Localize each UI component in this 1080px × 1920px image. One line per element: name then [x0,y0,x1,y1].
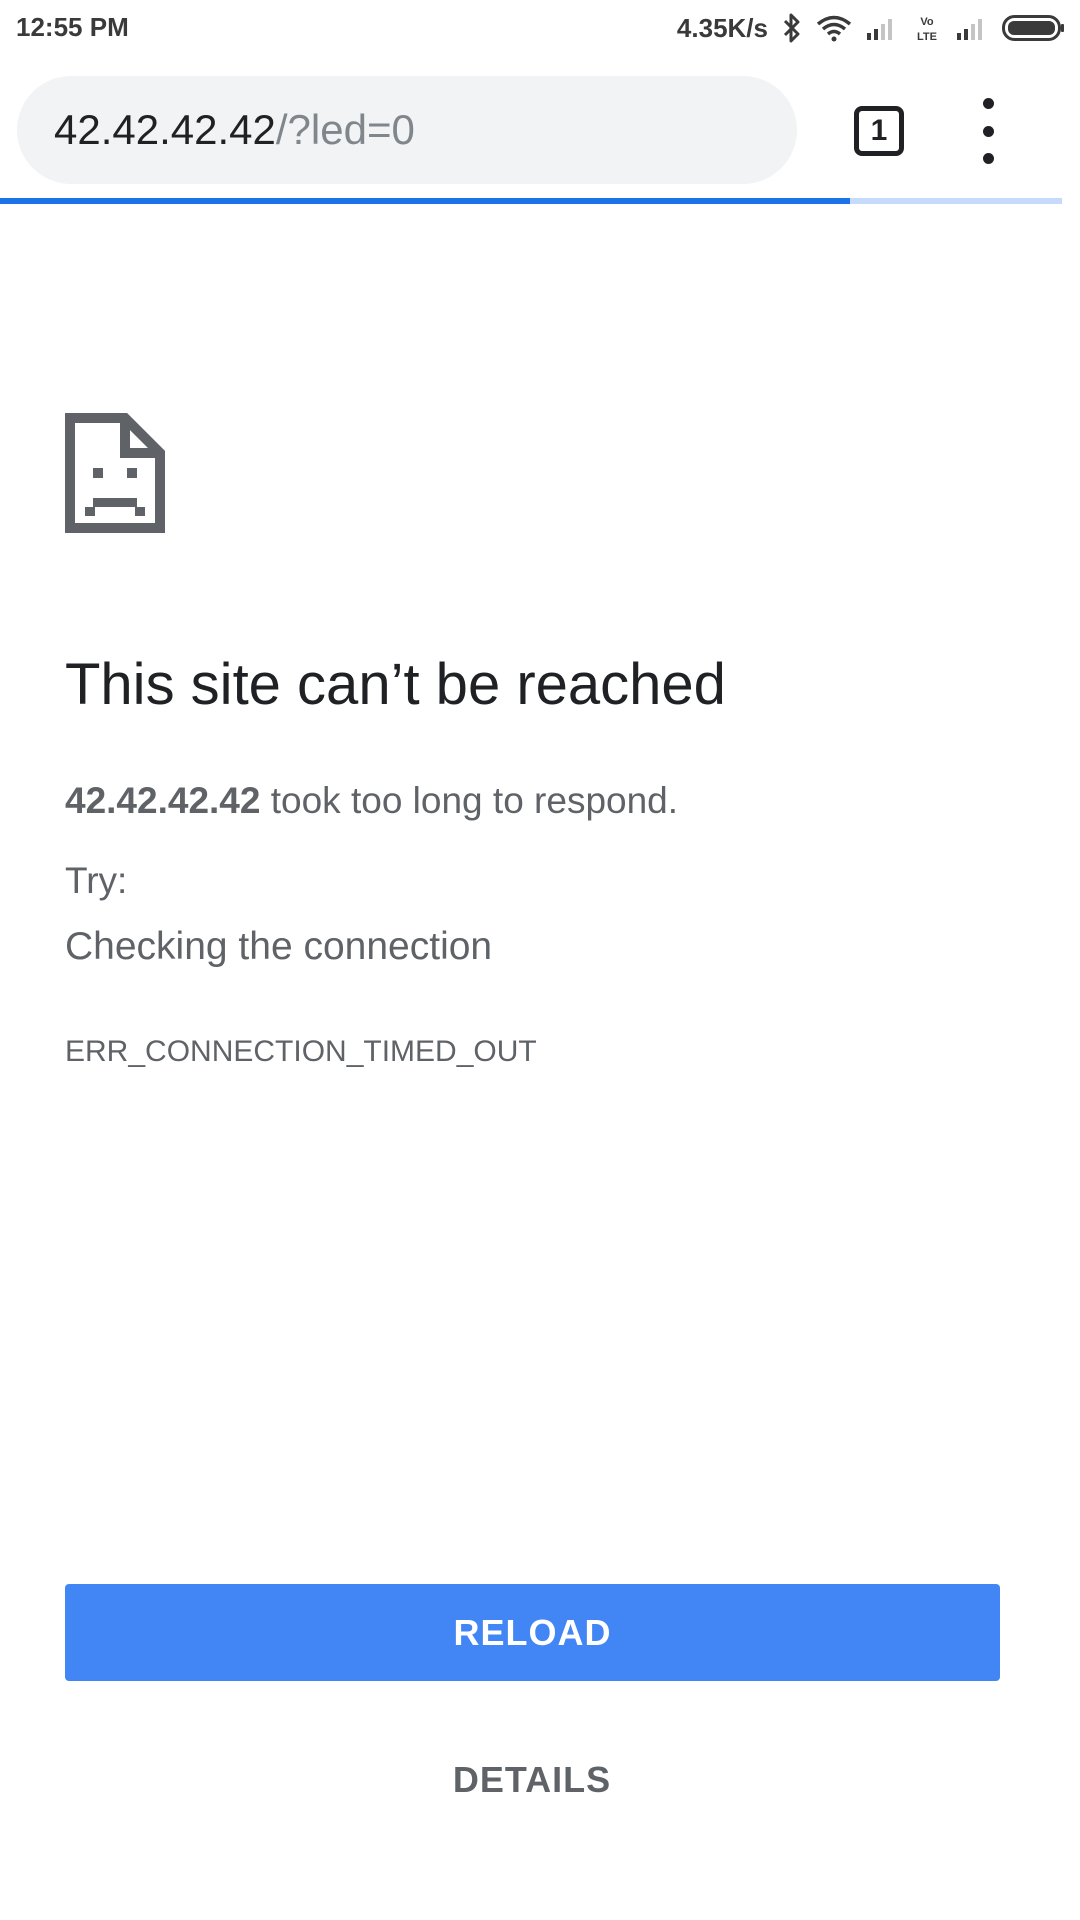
try-label: Try: [65,860,128,901]
volte-icon: Vo LTE [912,13,942,43]
network-speed: 4.35K/s [676,12,768,43]
url-bar[interactable]: 42.42.42.42/?led=0 [17,76,797,184]
page-load-progress-bar [0,198,1062,204]
status-icons: 4.35K/s Vo LTE [677,10,1066,46]
status-bar: 12:55 PM 4.35K/s Vo LTE [0,0,1080,56]
url-host: 42.42.42.42 [54,106,276,153]
wifi-icon [816,14,852,42]
signal-icon [866,15,898,41]
error-host: 42.42.42.42 [65,780,261,821]
status-time: 12:55 PM [16,12,129,42]
error-title: This site can’t be reached [65,652,726,717]
sad-page-icon [65,413,165,538]
svg-text:LTE: LTE [917,31,937,43]
bluetooth-icon [782,13,802,43]
url-text[interactable]: 42.42.42.42/?led=0 [54,104,415,156]
error-code: ERR_CONNECTION_TIMED_OUT [65,1035,537,1068]
details-button[interactable]: DETAILS [400,1740,664,1820]
svg-text:Vo: Vo [920,16,934,28]
tab-count: 1 [870,114,888,147]
browser-toolbar: 42.42.42.42/?led=0 1 [0,56,1080,200]
signal-icon [956,15,988,41]
tab-switcher-button[interactable]: 1 [854,106,904,156]
error-message-text: took too long to respond. [260,780,679,821]
battery-icon [1002,14,1066,42]
reload-button[interactable]: RELOAD [65,1584,1000,1681]
url-path: /?led=0 [275,106,415,153]
more-vert-icon[interactable] [966,98,1010,164]
progress-fill [0,198,850,204]
error-message: 42.42.42.42 took too long to respond. [65,780,678,822]
suggestion-item: Checking the connection [65,925,493,968]
